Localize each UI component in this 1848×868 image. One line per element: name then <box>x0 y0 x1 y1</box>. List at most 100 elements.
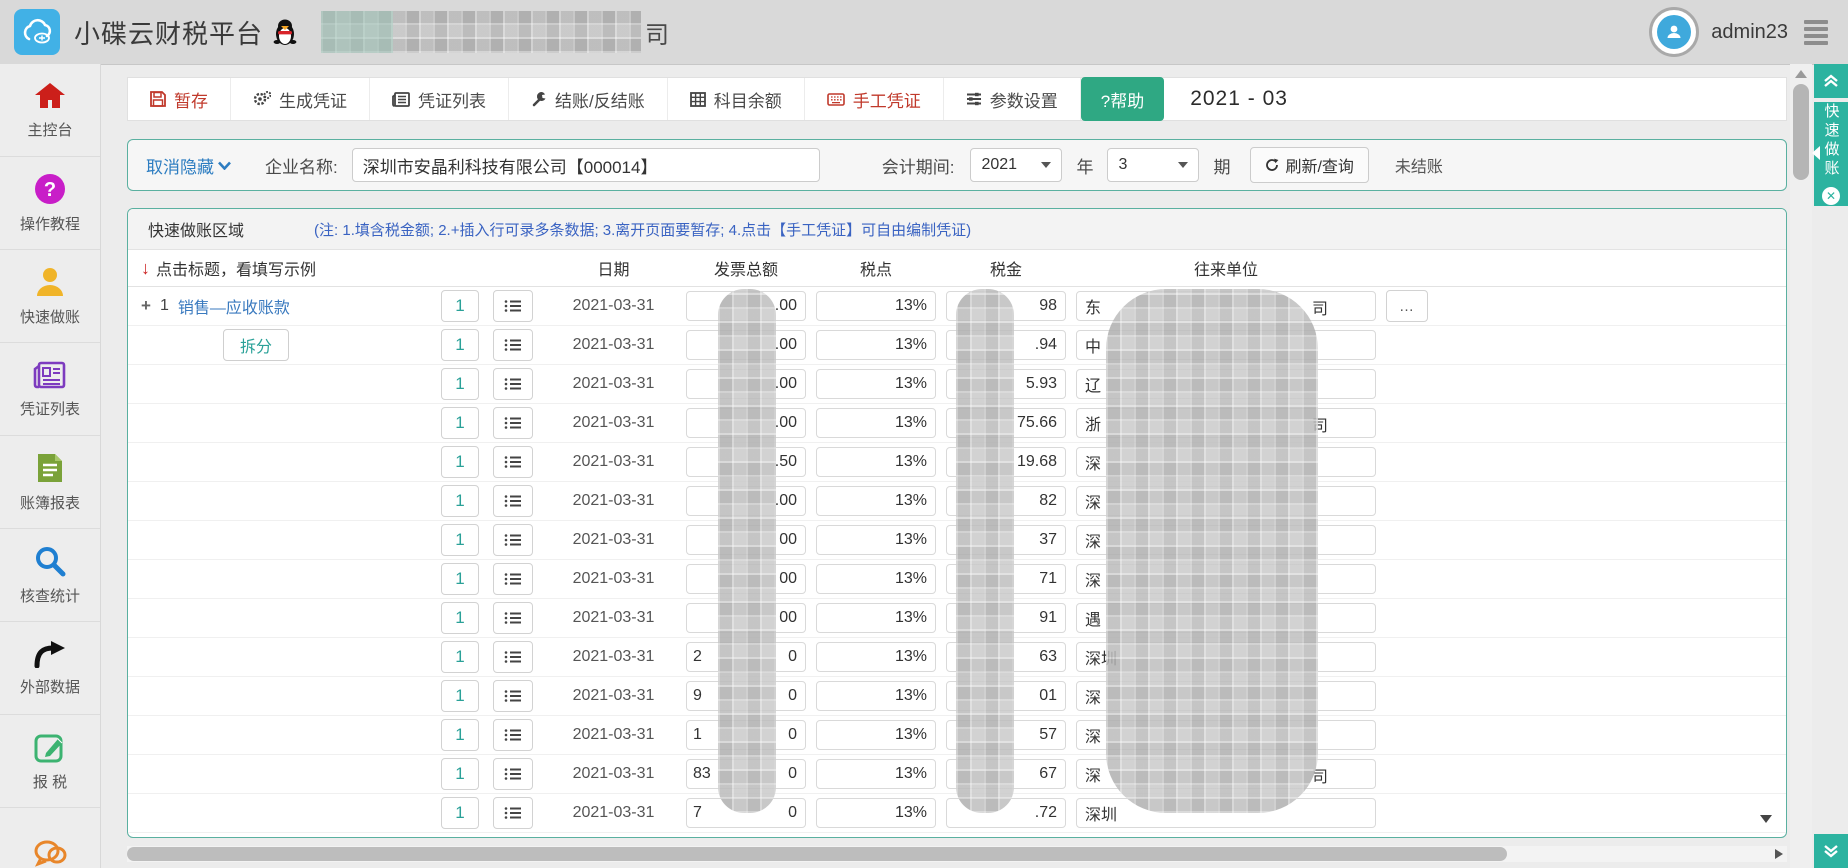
tax-rate-input[interactable]: 13% <box>816 681 936 711</box>
column-header-counterparty: 往来单位 <box>1076 256 1376 280</box>
sidebar-item-quick-accounting[interactable]: 快速做账 <box>0 250 100 343</box>
quantity-button[interactable]: 1 <box>441 407 479 439</box>
detail-list-button[interactable] <box>493 368 533 400</box>
help-button[interactable]: ?帮助 <box>1081 77 1164 121</box>
vertical-scrollbar[interactable] <box>1790 64 1812 868</box>
company-name-input[interactable] <box>352 148 820 182</box>
keyboard-icon <box>827 93 845 106</box>
detail-list-button[interactable] <box>493 563 533 595</box>
wrench-icon <box>531 91 547 107</box>
sidebar-item-tutorial[interactable]: ? 操作教程 <box>0 157 100 250</box>
year-select[interactable]: 2021 <box>970 148 1062 182</box>
list-icon <box>504 338 522 352</box>
manual-voucher-button[interactable]: 手工凭证 <box>805 78 944 120</box>
quantity-button[interactable]: 1 <box>441 485 479 517</box>
generate-voucher-button[interactable]: 生成凭证 <box>231 78 370 120</box>
avatar[interactable] <box>1649 7 1699 57</box>
account-balance-button[interactable]: 科目余额 <box>668 78 805 120</box>
detail-list-button[interactable] <box>493 641 533 673</box>
quantity-button[interactable]: 1 <box>441 329 479 361</box>
tax-rate-input[interactable]: 13% <box>816 720 936 750</box>
quantity-button[interactable]: 1 <box>441 758 479 790</box>
detail-list-button[interactable] <box>493 797 533 829</box>
edit-square-icon <box>34 731 66 763</box>
closing-status: 未结账 <box>1395 153 1443 177</box>
parameter-settings-button[interactable]: 参数设置 <box>944 78 1081 120</box>
quantity-button[interactable]: 1 <box>441 641 479 673</box>
quantity-button[interactable]: 1 <box>441 602 479 634</box>
date-cell: 2021-03-31 <box>546 804 681 822</box>
counterparty-tail: 司 <box>1312 295 1328 319</box>
tax-rate-input[interactable]: 13% <box>816 330 936 360</box>
entry-type-link[interactable]: 销售—应收账款 <box>178 294 290 318</box>
collapse-down-button[interactable] <box>1814 834 1848 868</box>
tax-rate-input[interactable]: 13% <box>816 486 936 516</box>
sidebar-item-tax-filing[interactable]: 报 税 <box>0 715 100 808</box>
quantity-button[interactable]: 1 <box>441 680 479 712</box>
list-icon <box>504 455 522 469</box>
horizontal-scrollbar[interactable] <box>127 846 1787 862</box>
detail-list-button[interactable] <box>493 329 533 361</box>
refresh-query-button[interactable]: 刷新/查询 <box>1250 147 1368 183</box>
quantity-button[interactable]: 1 <box>441 719 479 751</box>
quantity-button[interactable]: 1 <box>441 368 479 400</box>
quantity-button[interactable]: 1 <box>441 524 479 556</box>
list-icon <box>504 533 522 547</box>
detail-list-button[interactable] <box>493 407 533 439</box>
tax-rate-input[interactable]: 13% <box>816 291 936 321</box>
close-icon[interactable]: ✕ <box>1822 187 1840 205</box>
detail-list-button[interactable] <box>493 485 533 517</box>
month-select[interactable]: 3 <box>1107 148 1199 182</box>
app-logo <box>14 9 60 55</box>
tax-rate-input[interactable]: 13% <box>816 408 936 438</box>
tax-rate-input[interactable]: 13% <box>816 369 936 399</box>
quantity-button[interactable]: 1 <box>441 446 479 478</box>
split-button[interactable]: 拆分 <box>223 329 289 361</box>
detail-list-button[interactable] <box>493 446 533 478</box>
closing-button[interactable]: 结账/反结账 <box>509 78 668 120</box>
table-header-row: ↓ 点击标题，看填写示例 日期 发票总额 税点 税金 往来单位 <box>128 250 1786 287</box>
quantity-button[interactable]: 1 <box>441 290 479 322</box>
detail-list-button[interactable] <box>493 719 533 751</box>
date-cell: 2021-03-31 <box>546 414 681 432</box>
column-hint[interactable]: ↓ 点击标题，看填写示例 <box>141 256 316 280</box>
table-scroll-down-icon[interactable] <box>1760 815 1772 823</box>
voucher-list-button[interactable]: 凭证列表 <box>370 78 509 120</box>
sidebar-item-audit-statistics[interactable]: 核查统计 <box>0 529 100 622</box>
detail-list-button[interactable] <box>493 602 533 634</box>
detail-list-button[interactable] <box>493 680 533 712</box>
tax-rate-input[interactable]: 13% <box>816 447 936 477</box>
sidebar-item-dashboard[interactable]: 主控台 <box>0 64 100 157</box>
detail-list-button[interactable] <box>493 758 533 790</box>
collapse-up-button[interactable] <box>1814 64 1848 98</box>
detail-list-button[interactable] <box>493 524 533 556</box>
sidebar-item-external-data[interactable]: 外部数据 <box>0 622 100 715</box>
date-cell: 2021-03-31 <box>546 531 681 549</box>
cancel-hide-toggle[interactable]: 取消隐藏 <box>146 153 231 178</box>
quantity-button[interactable]: 1 <box>441 797 479 829</box>
tax-rate-input[interactable]: 13% <box>816 525 936 555</box>
menu-icon[interactable] <box>1804 20 1828 45</box>
detail-list-button[interactable] <box>493 290 533 322</box>
scroll-right-icon[interactable] <box>1775 849 1783 859</box>
scroll-up-icon[interactable] <box>1795 70 1807 78</box>
sidebar-item-ledger-reports[interactable]: 账簿报表 <box>0 436 100 529</box>
vertical-scrollbar-thumb[interactable] <box>1793 84 1809 180</box>
add-row-icon[interactable]: + <box>141 296 151 316</box>
question-icon: ? <box>34 173 66 205</box>
tax-rate-input[interactable]: 13% <box>816 603 936 633</box>
sidebar-item-service-chat[interactable] <box>0 808 100 868</box>
horizontal-scrollbar-thumb[interactable] <box>127 847 1507 861</box>
quick-accounting-panel: 快速做账区域 (注: 1.填含税金额; 2.+插入行可录多条数据; 3.离开页面… <box>127 208 1787 838</box>
quick-accounting-side-tab[interactable]: 快速做账 ✕ <box>1814 102 1848 206</box>
tax-rate-input[interactable]: 13% <box>816 798 936 828</box>
quantity-button[interactable]: 1 <box>441 563 479 595</box>
double-chevron-up-icon <box>1823 74 1839 88</box>
more-options-button[interactable]: … <box>1386 290 1428 322</box>
tax-rate-input[interactable]: 13% <box>816 759 936 789</box>
save-draft-button[interactable]: 暂存 <box>128 78 231 120</box>
date-cell: 2021-03-31 <box>546 648 681 666</box>
tax-rate-input[interactable]: 13% <box>816 642 936 672</box>
sidebar-item-voucher-list[interactable]: 凭证列表 <box>0 343 100 436</box>
tax-rate-input[interactable]: 13% <box>816 564 936 594</box>
